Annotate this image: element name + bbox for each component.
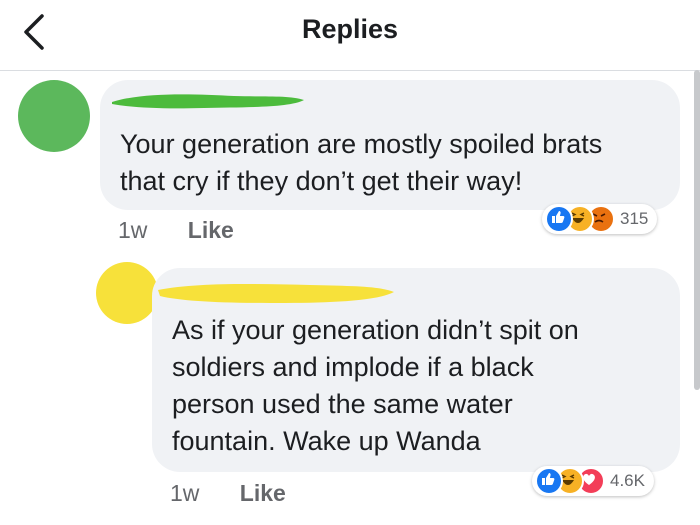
reaction-count: 315 xyxy=(620,209,649,228)
like-icon xyxy=(535,467,563,495)
avatar[interactable] xyxy=(18,80,90,152)
comment-meta: 1w Like xyxy=(118,217,234,244)
comment-meta: 1w Like xyxy=(170,480,286,507)
timestamp: 1w xyxy=(118,217,148,243)
like-icon xyxy=(545,205,573,233)
comment-text: Your generation are mostly spoiled brats… xyxy=(120,129,603,196)
comment-text: As if your generation didn’t spit on sol… xyxy=(172,315,579,456)
avatar[interactable] xyxy=(96,262,158,324)
reaction-count: 4.6K xyxy=(610,471,645,490)
page-title: Replies xyxy=(301,14,399,44)
header-bar: Replies xyxy=(0,0,700,71)
like-button[interactable]: Like xyxy=(188,217,234,243)
timestamp: 1w xyxy=(170,480,200,506)
redacted-name xyxy=(158,284,394,303)
redacted-name xyxy=(112,94,304,109)
reaction-summary[interactable]: 315 xyxy=(542,204,658,234)
like-button[interactable]: Like xyxy=(240,480,286,506)
scrollbar[interactable] xyxy=(694,70,700,390)
reaction-summary[interactable]: 4.6K xyxy=(532,466,654,496)
